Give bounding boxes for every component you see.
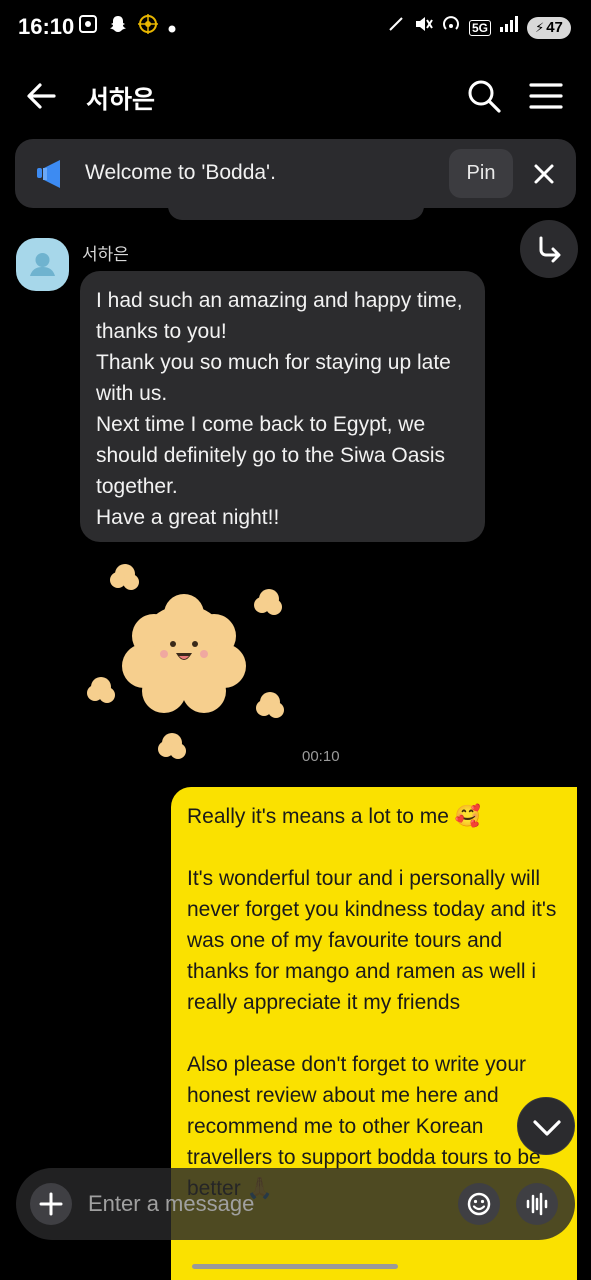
status-system-icons: 5G ⚡ 47 — [387, 14, 571, 42]
charging-icon: ⚡ — [535, 20, 545, 35]
chat-title: 서하은 — [86, 86, 156, 114]
search-button[interactable] — [464, 76, 504, 116]
smiley-icon — [467, 1192, 491, 1216]
message-timestamp: 00:10 — [302, 748, 340, 765]
jump-to-reply-button[interactable] — [520, 220, 578, 278]
emoji-button[interactable] — [458, 1183, 500, 1225]
message-composer — [16, 1168, 575, 1240]
search-icon — [468, 80, 501, 113]
megaphone-icon — [35, 159, 67, 189]
sender-name: 서하은 — [82, 245, 129, 264]
pen-icon — [387, 15, 405, 41]
add-attachment-button[interactable] — [30, 1183, 72, 1225]
message-input[interactable] — [88, 1186, 448, 1222]
sheep-sticker[interactable] — [84, 556, 294, 766]
fluffy-sheep-sticker-icon — [87, 564, 284, 759]
scroll-to-bottom-button[interactable] — [517, 1097, 575, 1155]
notice-banner[interactable]: Welcome to 'Bodda'. Pin — [15, 139, 576, 208]
plus-icon — [39, 1192, 63, 1216]
avatar[interactable] — [16, 238, 69, 291]
chevron-down-icon — [533, 1120, 561, 1136]
battery-indicator: ⚡ 47 — [527, 17, 571, 39]
incoming-message-bubble[interactable]: I had such an amazing and happy time, th… — [80, 271, 485, 542]
back-arrow-icon — [27, 83, 56, 109]
status-time: 16:10 — [18, 14, 75, 39]
mute-icon — [413, 14, 433, 42]
network-label: 5G — [468, 20, 491, 36]
screenshot-icon — [78, 14, 98, 40]
close-icon — [534, 164, 554, 184]
status-bar: 16:10 5G ⚡ 47 — [0, 0, 591, 56]
status-notification-icons — [78, 14, 176, 40]
sound-wave-icon — [526, 1192, 548, 1216]
signal-icon — [499, 15, 519, 41]
battery-level: 47 — [546, 19, 563, 36]
pin-button[interactable]: Pin — [449, 149, 513, 198]
notice-text: Welcome to 'Bodda'. — [85, 161, 276, 184]
close-notice-button[interactable] — [529, 159, 559, 189]
voice-message-button[interactable] — [516, 1183, 558, 1225]
hamburger-menu-icon — [529, 83, 563, 109]
dot-icon — [168, 15, 176, 39]
default-user-icon — [30, 253, 55, 276]
home-indicator — [192, 1264, 398, 1269]
target-icon — [138, 14, 158, 40]
back-button[interactable] — [22, 76, 62, 116]
menu-button[interactable] — [526, 76, 566, 116]
turn-down-arrow-icon — [539, 236, 561, 263]
chat-header: 서하은 — [0, 60, 591, 132]
bubble-tail — [562, 787, 576, 801]
hotspot-icon — [441, 14, 461, 42]
snapchat-icon — [108, 14, 128, 40]
